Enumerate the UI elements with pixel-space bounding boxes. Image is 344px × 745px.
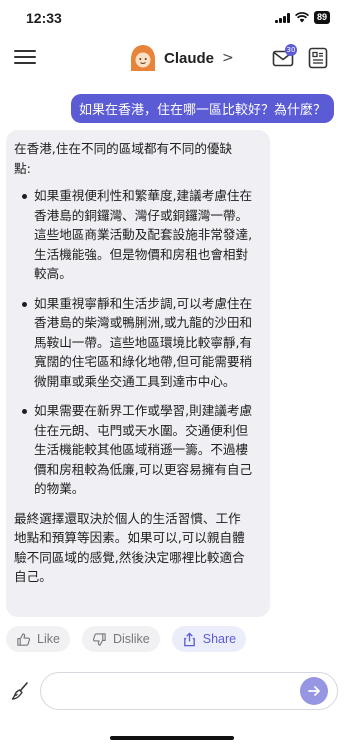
battery-icon: 89 xyxy=(313,11,330,24)
arrow-right-icon xyxy=(308,686,320,696)
document-icon[interactable] xyxy=(308,47,328,69)
brush-icon[interactable] xyxy=(10,680,32,702)
message-input[interactable] xyxy=(40,672,338,710)
mail-badge: 30 xyxy=(285,44,297,56)
like-label: Like xyxy=(37,632,60,646)
composer xyxy=(0,672,344,712)
list-item: 如果需要在新界工作或學習,則建議考慮住在元朗、屯門或天水圍。交通便利但生活機能較… xyxy=(14,401,268,499)
status-bar: 12:33 89 xyxy=(0,0,344,40)
feedback-bar: Like Dislike Share xyxy=(6,626,247,652)
assistant-message: 在香港,住在不同的區域都有不同的優缺點: 如果重視便利性和繁華度,建議考慮住在香… xyxy=(6,130,270,617)
dislike-button[interactable]: Dislike xyxy=(81,626,160,652)
status-icons: 89 xyxy=(275,11,330,24)
status-time: 12:33 xyxy=(26,10,62,26)
dislike-label: Dislike xyxy=(112,632,150,646)
list-item: 如果重視寧靜和生活步調,可以考慮住在香港島的柴灣或鴨脷洲,或九龍的沙田和馬鞍山一… xyxy=(14,294,268,392)
assistant-outro: 最終選擇還取決於個人的生活習慣、工作地點和預算等因素。如果可以,可以親自體驗不同… xyxy=(14,510,245,585)
signal-icon xyxy=(275,12,290,23)
bullet-text: 如果重視便利性和繁華度,建議考慮住在香港島的銅鑼灣、灣仔或銅鑼灣一帶。這些地區商… xyxy=(34,188,253,281)
assistant-bullet-list: 如果重視便利性和繁華度,建議考慮住在香港島的銅鑼灣、灣仔或銅鑼灣一帶。這些地區商… xyxy=(14,186,262,499)
share-button[interactable]: Share xyxy=(171,626,247,652)
user-message: 如果在香港，住在哪一區比較好？為什麼？ xyxy=(70,94,334,123)
like-button[interactable]: Like xyxy=(6,626,70,652)
thumbs-down-icon xyxy=(92,632,106,646)
share-icon xyxy=(183,631,195,646)
menu-icon[interactable] xyxy=(14,48,36,66)
model-name: Claude xyxy=(164,49,215,67)
chevron-right-icon: > xyxy=(222,50,234,66)
thumbs-up-icon xyxy=(17,632,31,646)
claude-avatar-icon xyxy=(131,45,155,71)
home-indicator xyxy=(110,736,234,740)
bullet-text: 如果重視寧靜和生活步調,可以考慮住在香港島的柴灣或鴨脷洲,或九龍的沙田和馬鞍山一… xyxy=(34,295,253,389)
assistant-intro: 在香港,住在不同的區域都有不同的優缺點: xyxy=(14,141,233,176)
wifi-icon xyxy=(294,12,309,23)
share-label: Share xyxy=(202,632,237,646)
model-selector[interactable]: Claude > xyxy=(128,43,234,73)
bullet-text: 如果需要在新界工作或學習,則建議考慮住在元朗、屯門或天水圍。交通便利但生活機能較… xyxy=(34,403,253,496)
app-header: Claude > 30 xyxy=(0,40,344,76)
list-item: 如果重視便利性和繁華度,建議考慮住在香港島的銅鑼灣、灣仔或銅鑼灣一帶。這些地區商… xyxy=(14,186,268,284)
send-button[interactable] xyxy=(300,677,328,705)
